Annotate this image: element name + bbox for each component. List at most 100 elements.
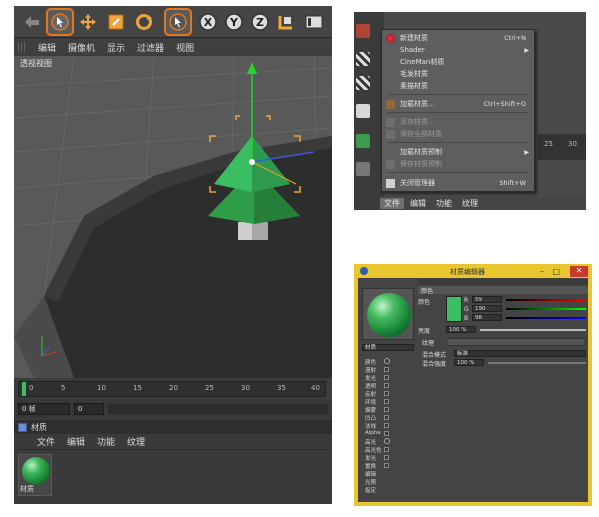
color-swatch[interactable] [446,296,462,322]
brightness-field[interactable]: 100 % [446,326,476,333]
channel-item[interactable]: 凹凸 [362,414,418,422]
scale-tool-icon[interactable] [104,10,128,34]
channel-item[interactable]: 反射 [362,390,418,398]
render-view-icon[interactable] [302,10,326,34]
menu-view[interactable]: 视图 [172,41,198,54]
minimize-icon[interactable]: – [540,267,544,276]
g-label: G [464,305,469,313]
x-axis-icon[interactable]: X [196,10,220,34]
frame-range-slider[interactable] [108,404,328,414]
material-thumbnail[interactable]: 材质 [18,454,52,496]
texture-slot[interactable] [446,338,586,346]
checkbox[interactable] [384,455,389,460]
checker-icon[interactable] [356,76,370,90]
g-slider[interactable] [506,308,586,310]
menu-item-load-material-preset[interactable]: 加载材质预制 ▶ [382,146,534,158]
channel-item[interactable]: 光照 [362,478,418,486]
channel-item[interactable]: 编辑 [362,470,418,478]
maximize-icon[interactable]: □ [552,267,560,276]
grey-icon[interactable] [356,162,370,176]
checkbox[interactable] [384,463,389,468]
menu-file[interactable]: 文件 [32,435,60,448]
undo-icon[interactable] [20,10,44,34]
menu-filter[interactable]: 过滤器 [133,41,168,54]
checkbox[interactable] [384,391,389,396]
checked-icon[interactable] [384,438,390,444]
material-preview[interactable] [362,288,414,340]
channel-item[interactable]: 漫射 [362,366,418,374]
channel-item[interactable]: 透明 [362,382,418,390]
menu-function[interactable]: 功能 [432,198,456,209]
checkbox[interactable] [384,447,389,452]
checkbox[interactable] [384,367,389,372]
r-slider[interactable] [506,299,586,301]
green-icon[interactable] [356,134,370,148]
checkbox[interactable] [384,399,389,404]
frame-stepper[interactable]: 0 [74,403,104,415]
grip-handle[interactable] [18,42,26,52]
menu-camera[interactable]: 摄像机 [64,41,99,54]
checkbox[interactable] [384,415,389,420]
checkbox[interactable] [384,407,389,412]
menu-function[interactable]: 功能 [92,435,120,448]
move-tool-icon[interactable] [76,10,100,34]
timeline-track[interactable]: 0 5 10 15 20 25 30 35 40 [18,381,326,397]
live-select-icon[interactable] [164,8,192,36]
menu-texture[interactable]: 纹理 [458,198,482,209]
menu-display[interactable]: 显示 [103,41,129,54]
menu-item-close-manager[interactable]: 关闭管理器 Shift+W [382,177,534,189]
select-tool-icon[interactable] [46,8,74,36]
checkbox[interactable] [384,375,389,380]
brightness-slider[interactable] [480,329,586,331]
menu-item-shader[interactable]: Shader ▶ [382,44,534,56]
menu-edit[interactable]: 编辑 [34,41,60,54]
mix-strength-slider[interactable] [488,362,586,364]
close-icon[interactable]: ✕ [570,266,588,277]
b-value-field[interactable]: 98 [472,314,502,321]
menu-edit[interactable]: 编辑 [406,198,430,209]
channel-item[interactable]: 指定 [362,486,418,494]
menu-texture[interactable]: 纹理 [122,435,150,448]
channel-item[interactable]: 环境 [362,398,418,406]
channel-item[interactable]: 高光色 [362,446,418,454]
timeline-ruler[interactable]: 0 5 10 15 20 25 30 35 40 [14,379,332,399]
channel-item[interactable]: 高光 [362,438,418,446]
menu-item-load-material[interactable]: 加载材质... Ctrl+Shift+O [382,98,534,110]
channel-item[interactable]: Alpha [362,430,418,438]
menu-file-selected[interactable]: 文件 [380,198,404,209]
editor-titlebar[interactable]: 材质编辑器 – □ ✕ [358,266,588,278]
menu-item-save-material-preset[interactable]: 保存材质预制 [382,158,534,170]
b-slider[interactable] [506,317,586,319]
current-frame-field[interactable]: 0 帧 [18,403,70,415]
y-axis-icon[interactable]: Y [222,10,246,34]
menu-item-cineman-material[interactable]: CineMan材质 [382,56,534,68]
checker-icon[interactable] [356,52,370,66]
checkbox[interactable] [384,431,389,436]
menu-item-save-material-as[interactable]: 另存材质... [382,116,534,128]
z-axis-icon[interactable]: Z [248,10,272,34]
playhead[interactable] [22,382,26,396]
checked-icon[interactable] [384,358,390,364]
rotate-tool-icon[interactable] [132,10,156,34]
mix-mode-select[interactable]: 标准 [454,350,586,357]
channel-item[interactable]: 置换 [362,462,418,470]
menu-item-save-all-materials[interactable]: 保存全部材质 [382,128,534,140]
menu-item-hair-material[interactable]: 毛发材质 [382,68,534,80]
channel-item[interactable]: 烟雾 [362,406,418,414]
channel-item[interactable]: 颜色 [362,358,418,366]
menu-item-new-material[interactable]: 新建材质 Ctrl+N [382,32,534,44]
channel-item[interactable]: 发光 [362,374,418,382]
checkbox[interactable] [384,383,389,388]
r-value-field[interactable]: 59 [472,296,502,303]
channel-item[interactable]: 发光 [362,454,418,462]
coordinate-system-icon[interactable] [274,10,298,34]
g-value-field[interactable]: 190 [472,305,502,312]
perspective-viewport[interactable]: 透视视图 [14,56,332,378]
display-icon[interactable] [356,104,370,118]
render-icon[interactable] [356,24,370,38]
menu-edit[interactable]: 编辑 [62,435,90,448]
channel-item[interactable]: 法线 [362,422,418,430]
menu-item-sketch-material[interactable]: 素描材质 [382,80,534,92]
mix-strength-field[interactable]: 100 % [454,359,484,366]
checkbox[interactable] [384,423,389,428]
